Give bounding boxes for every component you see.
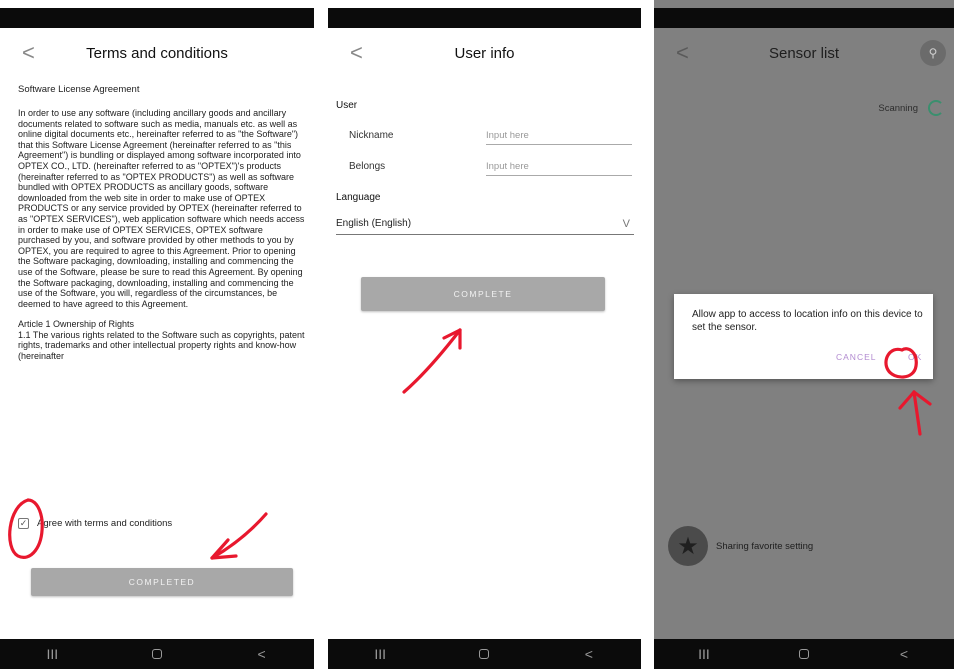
nav-back-button[interactable]: < xyxy=(569,646,609,662)
sensor-list-screen: < Sensor list ⚲ Scanning Allow app to ac… xyxy=(654,0,954,669)
home-button[interactable] xyxy=(464,646,504,662)
recents-button[interactable]: III xyxy=(32,646,72,662)
agree-row[interactable]: ✓ Agree with terms and conditions xyxy=(18,518,172,529)
system-nav-bar: III < xyxy=(0,639,314,669)
cancel-button[interactable]: CANCEL xyxy=(836,352,876,362)
scanning-indicator: Scanning xyxy=(878,100,944,116)
agreement-subtitle: Software License Agreement xyxy=(18,84,140,95)
belongs-input[interactable] xyxy=(486,158,632,176)
dialog-message: Allow app to access to location info on … xyxy=(692,309,923,333)
home-icon xyxy=(151,649,162,659)
chevron-down-icon: V xyxy=(622,217,630,230)
home-button[interactable] xyxy=(137,646,177,662)
agree-label: Agree with terms and conditions xyxy=(37,518,173,529)
home-icon xyxy=(479,649,490,659)
terms-paragraph: Article 1 Ownership of Rights 1.1 The va… xyxy=(18,319,305,362)
nickname-label: Nickname xyxy=(349,130,394,141)
status-bar xyxy=(0,8,314,28)
nav-back-button[interactable]: < xyxy=(884,646,924,662)
back-button[interactable]: < xyxy=(22,40,35,66)
sharing-favorite-row[interactable]: ★ Sharing favorite setting xyxy=(668,526,813,566)
favorite-label: Sharing favorite setting xyxy=(716,540,814,552)
recents-button[interactable]: III xyxy=(360,646,400,662)
location-permission-dialog: Allow app to access to location info on … xyxy=(674,294,933,379)
terms-paragraph: In order to use any software (including … xyxy=(18,108,305,309)
scanning-label: Scanning xyxy=(878,102,918,114)
user-section-title: User xyxy=(336,100,358,111)
belongs-label: Belongs xyxy=(349,161,386,172)
spinner-icon xyxy=(928,100,944,116)
nav-back-button[interactable]: < xyxy=(242,646,282,662)
terms-scroll-area[interactable]: In order to use any software (including … xyxy=(18,108,306,486)
status-bar xyxy=(328,8,641,28)
home-button[interactable] xyxy=(784,646,824,662)
app-header: < Terms and conditions xyxy=(0,36,314,70)
user-info-screen: < User info User Nickname Belongs Langua… xyxy=(328,0,641,669)
back-button[interactable]: < xyxy=(676,40,689,66)
language-dropdown[interactable]: English (English) V xyxy=(336,213,634,235)
page-title: Terms and conditions xyxy=(86,44,228,62)
terms-screen: < Terms and conditions Software License … xyxy=(0,0,314,669)
completed-button[interactable]: COMPLETED xyxy=(31,568,293,596)
system-nav-bar: III < xyxy=(654,639,954,669)
ok-button[interactable]: OK xyxy=(908,352,922,362)
system-nav-bar: III < xyxy=(328,639,641,669)
home-icon xyxy=(799,649,809,659)
recents-button[interactable]: III xyxy=(684,646,724,662)
star-icon[interactable]: ★ xyxy=(668,526,708,566)
page-title: Sensor list xyxy=(768,44,840,62)
language-section-title: Language xyxy=(336,192,381,203)
language-value: English (English) xyxy=(336,218,412,229)
page-title: User info xyxy=(454,44,515,62)
app-header: < User info xyxy=(328,36,641,70)
nickname-input[interactable] xyxy=(486,127,632,145)
share-icon[interactable]: ⚲ xyxy=(920,40,946,66)
back-button[interactable]: < xyxy=(350,40,363,66)
status-bar xyxy=(654,8,954,28)
agree-checkbox[interactable]: ✓ xyxy=(18,518,29,529)
complete-button[interactable]: COMPLETE xyxy=(361,277,605,311)
app-header: < Sensor list xyxy=(654,36,954,70)
